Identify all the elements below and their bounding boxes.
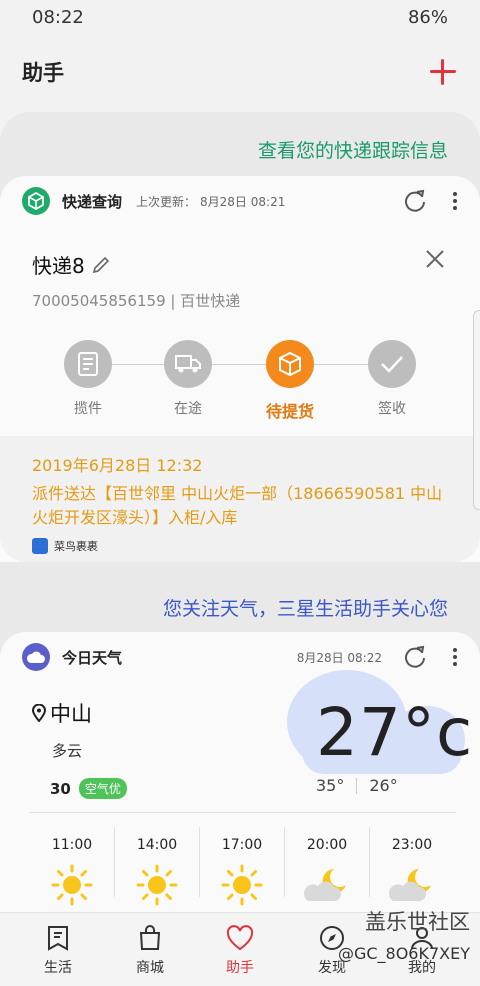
location-pin-icon [32,704,46,722]
weather-section-link[interactable]: 您关注天气，三星生活助手关心您 [163,594,448,621]
moon-cloud-icon [388,869,431,901]
heart-icon [226,925,254,951]
step-label: 揽件 [74,401,102,417]
last-update-label: 上次更新： [136,194,197,209]
moon-cloud-icon [303,869,346,901]
app-bar: 助手 [0,50,480,94]
city-name: 中山 [50,702,92,726]
nav-life[interactable]: 生活 [18,923,98,977]
event-description: 派件送达【百世邻里 中山火炬一部（18666590581 中山火炬开发区濠头）】… [32,484,443,527]
hourly-forecast[interactable]: 11:00 14:00 17:00 20:00 23:00 [30,812,456,906]
weather-condition: 多云 [52,742,83,760]
air-quality: 30 空气优 [50,778,127,799]
location-row: 中山 [32,698,92,728]
shopping-bag-icon [139,925,161,950]
plus-icon[interactable] [428,57,458,87]
temperature-range: 35° 26° [316,776,398,795]
sun-icon [136,864,178,906]
high-temperature: 35° [316,776,345,795]
tracking-event[interactable]: 2019年6月28日 12:32 派件送达【百世邻里 中山火炬一部（186665… [0,436,480,562]
low-temperature: 26° [369,776,398,795]
package-box-icon [22,187,50,215]
hour-time: 14:00 [136,837,178,853]
hourly-item: 23:00 [370,813,454,913]
more-options-icon[interactable] [452,192,458,210]
current-temperature: 27°c [316,694,474,771]
nav-mall[interactable]: 商城 [110,923,190,977]
package-name-row: 快递8 [32,250,111,279]
edit-pencil-icon[interactable] [91,255,111,275]
hour-time: 17:00 [221,837,263,853]
express-card-title: 快递查询 [62,192,123,211]
step-label: 签收 [378,401,406,417]
weather-cloud-icon [22,643,50,671]
hourly-item: 14:00 [115,813,199,913]
refresh-icon[interactable] [402,188,428,214]
hour-time: 20:00 [306,837,348,853]
hourly-item: 11:00 [30,813,114,913]
aqi-value: 30 [50,779,71,798]
bookmark-icon [48,926,68,951]
sun-icon [51,864,93,906]
step-signed: 签收 [352,340,432,418]
page-title: 助手 [22,61,64,85]
express-section-link[interactable]: 查看您的快递跟踪信息 [258,136,448,163]
hour-time: 23:00 [391,837,433,853]
event-time: 2019年6月28日 12:32 [32,456,203,475]
checkmark-icon [368,340,416,388]
scroll-handle[interactable] [473,310,480,510]
hourly-item: 17:00 [200,813,284,913]
package-name: 快递8 [32,254,85,278]
step-pickup: 揽件 [48,340,128,418]
step-label: 待提货 [265,402,314,421]
weather-card[interactable]: 今日天气 8月28日 08:22 中山 多云 30 空气优 27°c 35° 2… [0,632,480,912]
status-bar: 08:22 86% [0,0,480,34]
cainiao-logo-icon [32,538,48,554]
truck-icon [164,340,212,388]
status-battery: 86% [407,6,448,28]
close-icon[interactable] [424,248,446,270]
document-icon [64,340,112,388]
step-awaiting-pickup: 待提货 [250,340,330,422]
last-update-time: 8月28日 08:21 [200,194,286,209]
step-in-transit: 在途 [148,340,228,418]
tracking-number: 70005045856159 | 百世快递 [32,292,241,310]
nav-label: 助手 [226,960,254,976]
aqi-badge: 空气优 [78,778,127,799]
provider-row: 菜鸟裹裹 [32,538,98,554]
watermark-handle: @GC_8O6K7XEY [337,944,470,963]
hour-time: 11:00 [51,837,93,853]
watermark-title: 盖乐世社区 [365,910,470,934]
tracking-progress: 揽件 在途 待提货 签收 [32,340,452,422]
nav-label: 生活 [44,960,72,976]
weather-card-title: 今日天气 [62,648,123,667]
package-box-icon [266,340,314,388]
express-card-header: 快递查询 上次更新： 8月28日 08:21 [0,176,480,226]
nav-label: 商城 [136,960,164,976]
step-label: 在途 [174,401,202,417]
status-time: 08:22 [32,6,84,28]
nav-assistant[interactable]: 助手 [200,923,280,977]
sun-icon [221,864,263,906]
hourly-item: 20:00 [285,813,369,913]
progress-line [88,364,396,365]
provider-name: 菜鸟裹裹 [54,540,98,553]
